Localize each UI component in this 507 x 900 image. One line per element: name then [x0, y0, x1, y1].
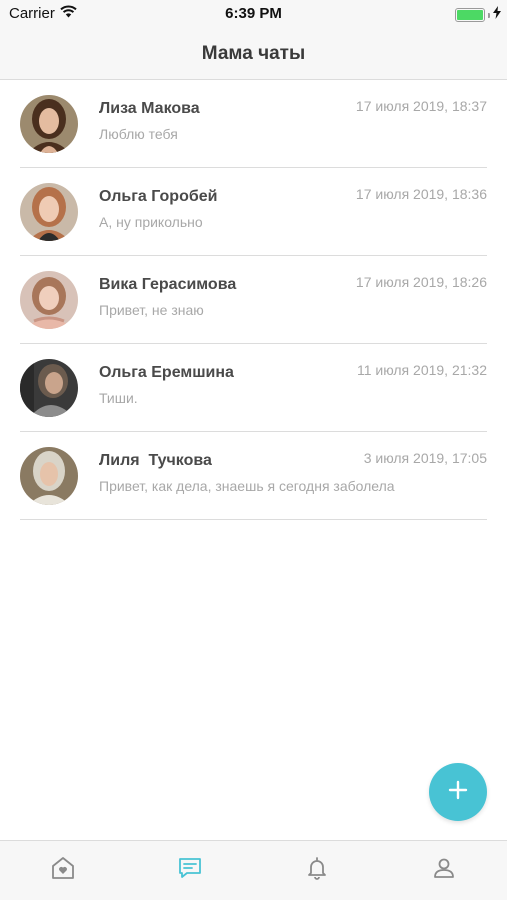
tab-notifications[interactable]: [254, 841, 381, 900]
avatar: [20, 95, 78, 153]
last-message: Люблю тебя: [99, 126, 178, 142]
status-time: 6:39 PM: [225, 5, 282, 22]
contact-name: Вика Герасимова: [99, 276, 237, 293]
contact-name: Лиза Макова: [99, 100, 200, 117]
profile-icon: [431, 855, 457, 886]
chat-list: Лиза Макова Люблю тебя 17 июля 2019, 18:…: [0, 80, 507, 520]
battery-icon: [455, 8, 485, 22]
chat-row[interactable]: Лиза Макова Люблю тебя 17 июля 2019, 18:…: [20, 80, 487, 168]
chat-row[interactable]: Ольга Горобей А, ну прикольно 17 июля 20…: [20, 168, 487, 256]
message-time: 17 июля 2019, 18:26: [355, 274, 487, 290]
chat-row[interactable]: Лиля Тучкова Привет, как дела, знаешь я …: [20, 432, 487, 520]
last-message: Привет, не знаю: [99, 302, 204, 318]
contact-name: Ольга Еремшина: [99, 364, 234, 381]
contact-name: Лиля Тучкова: [99, 452, 212, 469]
page-title: Мама чаты: [201, 42, 306, 64]
new-chat-button[interactable]: [429, 763, 487, 821]
chat-icon: [177, 855, 203, 886]
tab-profile[interactable]: [380, 841, 507, 900]
plus-icon: [448, 780, 468, 805]
avatar: [20, 271, 78, 329]
tab-bar: [0, 840, 507, 900]
bell-icon: [304, 855, 330, 886]
message-time: 17 июля 2019, 18:37: [355, 98, 487, 114]
chat-row[interactable]: Ольга Еремшина Тиши. 11 июля 2019, 21:32: [20, 344, 487, 432]
contact-name: Ольга Горобей: [99, 188, 218, 205]
status-bar: Carrier 6:39 PM: [0, 0, 507, 28]
tab-home[interactable]: [0, 841, 127, 900]
battery-indicator: [455, 6, 501, 24]
chat-row[interactable]: Вика Герасимова Привет, не знаю 17 июля …: [20, 256, 487, 344]
last-message: Тиши.: [99, 390, 138, 406]
message-time: 17 июля 2019, 18:36: [355, 186, 487, 202]
nav-bar: Мама чаты: [0, 28, 507, 80]
message-time: 11 июля 2019, 21:32: [356, 362, 487, 378]
home-heart-icon: [50, 855, 76, 886]
avatar: [20, 183, 78, 241]
last-message: А, ну прикольно: [99, 214, 203, 230]
avatar: [20, 359, 78, 417]
last-message: Привет, как дела, знаешь я сегодня забол…: [99, 478, 395, 494]
bolt-icon: [493, 6, 501, 24]
avatar: [20, 447, 78, 505]
message-time: 3 июля 2019, 17:05: [363, 450, 487, 466]
tab-chats[interactable]: [127, 841, 254, 900]
